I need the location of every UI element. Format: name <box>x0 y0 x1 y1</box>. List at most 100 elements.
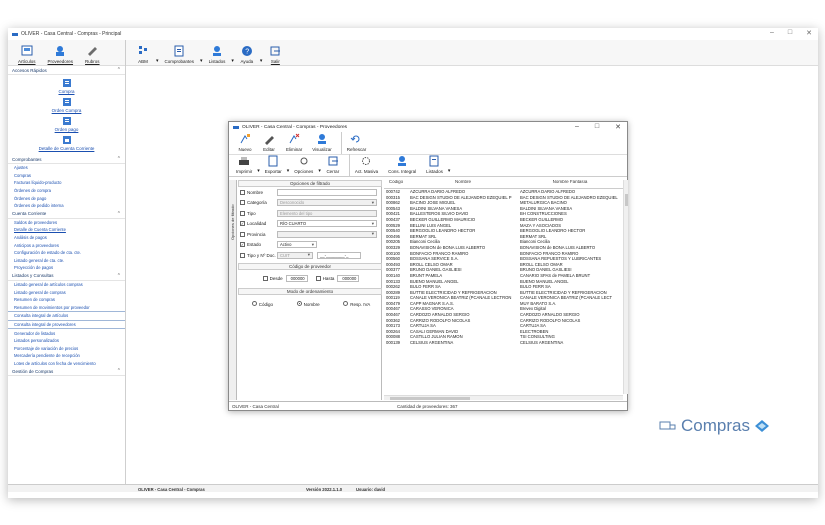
listados-button[interactable]: Listados <box>426 155 443 174</box>
categoria-select[interactable]: Desconocido <box>277 199 377 207</box>
sidebar-link[interactable]: Facturas líquido-producto <box>8 179 125 187</box>
codigo-row: Desde 000000 Hasta 000000 <box>238 270 382 288</box>
sidebar-link[interactable]: Órdenes de pedido interna <box>8 202 125 210</box>
visualizar-button[interactable]: Visualizar <box>312 133 332 152</box>
print-icon <box>239 157 250 165</box>
main-ribbon: Artículos Proveedores Rubros ABM ▾ Compr… <box>8 40 818 66</box>
tipo-checkbox[interactable] <box>240 210 245 216</box>
ribbon-rubros-button[interactable]: Rubros <box>85 45 100 64</box>
desde-input[interactable]: 000000 <box>285 275 308 282</box>
section-accesos-rapidos[interactable]: Accesos Rápidos ⌃ <box>8 66 125 75</box>
eliminar-button[interactable]: Eliminar <box>286 133 302 152</box>
sidebar-link[interactable]: Resumen de movimientos por proveedor <box>8 304 125 313</box>
orden-codigo-radio[interactable]: Código <box>251 300 273 307</box>
sidebar-link[interactable]: Listados personalizados <box>8 337 125 345</box>
opciones-button[interactable]: Opciones <box>294 155 313 174</box>
purchase-order-icon <box>62 98 71 106</box>
sidebar-link[interactable]: Proyección de pagos <box>8 264 125 272</box>
sidebar-link[interactable]: Listado general de artículos compras <box>8 281 125 289</box>
ribbon-proveedores-button[interactable]: Proveedores <box>48 45 73 64</box>
edit-icon <box>265 136 274 145</box>
table-row[interactable]: 000139 CELSIUS ARGENTINA CELSIUS ARGENTINA <box>384 340 628 346</box>
sidebar-link[interactable]: Detalle de Cuenta Corriente <box>8 226 125 234</box>
hasta-checkbox[interactable] <box>315 276 321 281</box>
filter-nombre-row: Nombre <box>238 187 382 198</box>
sidebar-link[interactable]: Órdenes de compra <box>8 187 125 195</box>
localidad-checkbox[interactable]: ✓ <box>240 221 245 227</box>
col-nombre-fantasia[interactable]: Nombre Fantasía <box>518 180 622 188</box>
close-button[interactable]: ✕ <box>806 29 812 37</box>
doc-number-input[interactable]: __-________-_ <box>317 251 361 259</box>
section-listados[interactable]: Listados y Consultas ⌃ <box>8 272 125 281</box>
sidebar-link[interactable]: Compras <box>8 172 125 180</box>
cons-integral-button[interactable]: Cons. Integral <box>388 155 416 174</box>
desde-checkbox[interactable] <box>262 276 268 281</box>
sidebar-link[interactable]: Listado general de cta. cte. <box>8 257 125 265</box>
chevron-down-icon: ▾ <box>318 168 321 174</box>
quick-detalle-cuenta[interactable]: Detalle de Cuenta Corriente <box>8 135 125 151</box>
provincia-checkbox[interactable] <box>240 231 245 237</box>
col-codigo[interactable]: Código <box>384 180 408 188</box>
sidebar-link[interactable]: Mercadería pendiente de recepción <box>8 352 125 360</box>
minimize-button[interactable]: – <box>770 29 774 37</box>
win-minimize-button[interactable]: – <box>575 123 579 131</box>
localidad-select[interactable]: RÍO CUARTO <box>277 220 377 228</box>
section-cuenta-corriente[interactable]: Cuenta Corriente ⌃ <box>8 210 125 219</box>
section-gestion-compras[interactable]: Gestión de Compras ⌃ <box>8 367 125 377</box>
ribbon-ayuda-button[interactable]: ? Ayuda <box>240 45 254 64</box>
sidebar-link[interactable]: Ajustes <box>8 164 125 172</box>
section-comprobantes[interactable]: Comprobantes ⌃ <box>8 155 125 164</box>
ribbon-articulos-button[interactable]: Artículos <box>18 45 36 64</box>
win-maximize-button[interactable]: □ <box>595 123 599 131</box>
quick-compra[interactable]: Compra <box>8 78 125 94</box>
sidebar-link[interactable]: Configuración de estado de cta. cte. <box>8 249 125 257</box>
ribbon-salir-button[interactable]: Salir <box>268 45 282 64</box>
exportar-button[interactable]: Exportar <box>265 155 282 174</box>
sidebar-link[interactable]: Anticipos a proveedores <box>8 241 125 249</box>
sidebar-link[interactable]: Análisis de pagos <box>8 234 125 242</box>
win-close-button[interactable]: ✕ <box>615 123 621 131</box>
refrescar-button[interactable]: Refrescar <box>347 133 366 152</box>
suppliers-grid: Código Nombre Nombre Fantasía 000742 AZCU… <box>384 180 628 400</box>
estado-select[interactable]: Activo <box>277 241 317 249</box>
filter-vertical-tab[interactable]: Opciones de filtrado <box>229 180 237 400</box>
sidebar-link[interactable]: Consulta integral de artículos <box>8 312 125 321</box>
sidebar-link[interactable]: Resumen de compras <box>8 296 125 304</box>
tipo-doc-select[interactable]: CUIT <box>277 251 313 259</box>
sidebar-link[interactable]: Lotes de artículos con fecha de vencimie… <box>8 360 125 368</box>
nombre-input[interactable] <box>277 188 377 196</box>
estado-checkbox[interactable]: ✓ <box>240 242 245 248</box>
nombre-checkbox[interactable] <box>240 189 245 195</box>
maximize-button[interactable]: □ <box>788 29 792 37</box>
sidebar-link[interactable]: Órdenes de pago <box>8 194 125 202</box>
sidebar-link[interactable]: Saldos de proveedores <box>8 219 125 227</box>
quick-orden-pago[interactable]: Orden pago <box>8 116 125 132</box>
chevron-up-icon: ⌃ <box>116 368 121 375</box>
sidebar-link[interactable]: Porcentaje de variación de precios <box>8 344 125 352</box>
ribbon-listados-button[interactable]: Listados <box>209 45 225 64</box>
hasta-input[interactable]: 000000 <box>337 275 360 282</box>
tipo-input[interactable]: Elemento del tipo <box>277 209 377 217</box>
categoria-checkbox[interactable] <box>240 200 245 206</box>
sidebar-link[interactable]: Listado general de compras <box>8 288 125 296</box>
tipo-doc-checkbox[interactable] <box>240 252 245 258</box>
editar-button[interactable]: Editar <box>262 133 276 152</box>
imprimir-button[interactable]: Imprimir <box>236 155 252 174</box>
cerrar-button[interactable]: Cerrar <box>326 155 340 174</box>
sidebar-link[interactable]: Consulta integral de proveedores <box>8 321 125 330</box>
sidebar: Accesos Rápidos ⌃ Compra Orden Compra Ord… <box>8 66 126 484</box>
sidebar-link[interactable]: Generador de listados <box>8 329 125 337</box>
orden-nombre-radio[interactable]: Nombre <box>296 300 320 307</box>
act-masiva-button[interactable]: Act. Masiva <box>355 155 378 174</box>
orden-resp-iva-radio[interactable]: Resp. IVA <box>343 300 370 307</box>
ribbon-comprobantes-button[interactable]: Comprobantes <box>165 45 194 64</box>
grid-vertical-scrollbar[interactable] <box>623 180 628 394</box>
grid-horizontal-scrollbar[interactable] <box>384 395 623 400</box>
refresh-icon <box>351 135 360 143</box>
quick-orden-compra[interactable]: Orden Compra <box>8 97 125 113</box>
nuevo-button[interactable]: Nuevo <box>238 133 252 152</box>
provincia-select[interactable] <box>277 230 377 238</box>
ribbon-abm-button[interactable]: ABM <box>136 45 150 64</box>
col-nombre[interactable]: Nombre <box>408 180 518 188</box>
codigo-header: Código de proveedor <box>238 262 382 270</box>
